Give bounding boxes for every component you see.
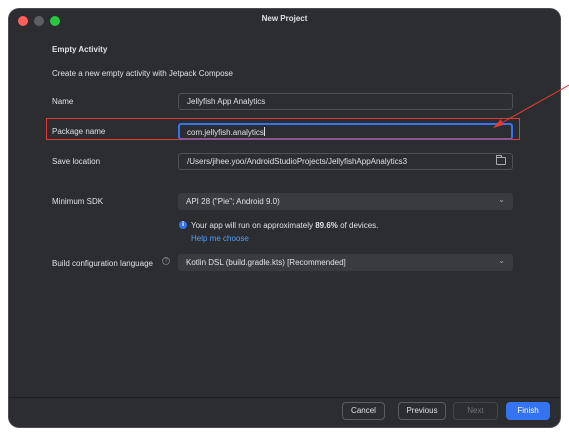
- annotation-arrow: [493, 84, 569, 128]
